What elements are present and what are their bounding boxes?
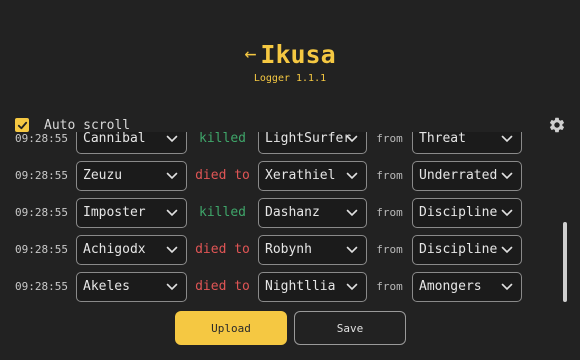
auto-scroll-checkbox[interactable] xyxy=(15,118,29,132)
target-select[interactable]: Xerathiel xyxy=(258,160,367,191)
guild-select[interactable]: Threat xyxy=(412,132,522,154)
guild-value: Discipline xyxy=(419,205,498,220)
version-label: Logger 1.1.1 xyxy=(253,73,327,84)
chevron-down-icon xyxy=(346,283,358,290)
chevron-down-icon xyxy=(166,283,178,290)
log-time: 09:28:55 xyxy=(15,132,68,145)
chevron-down-icon xyxy=(346,135,358,142)
target-select[interactable]: Dashanz xyxy=(258,197,367,228)
actor-select[interactable]: Imposter xyxy=(76,197,187,228)
log-row: 09:28:55 Cannibal killed LightSurfer from Thr… xyxy=(0,132,568,157)
actor-select[interactable]: Akeles xyxy=(76,271,187,302)
guild-select[interactable]: Discipline xyxy=(412,234,522,265)
action-label: killed xyxy=(199,132,246,146)
guild-value: Underrated xyxy=(419,168,498,183)
log-row: 09:28:55 Akeles died to Nightllia from Amonge… xyxy=(0,268,568,302)
check-icon xyxy=(17,121,27,129)
guild-select[interactable]: Amongers xyxy=(412,271,522,302)
scrollbar-thumb[interactable] xyxy=(563,222,567,302)
chevron-down-icon xyxy=(501,283,513,290)
actor-value: Imposter xyxy=(83,205,146,220)
chevron-down-icon xyxy=(501,172,513,179)
chevron-down-icon xyxy=(501,135,513,142)
upload-button[interactable]: Upload xyxy=(175,311,287,345)
actor-select[interactable]: Cannibal xyxy=(76,132,187,154)
chevron-down-icon xyxy=(166,209,178,216)
chevron-down-icon xyxy=(166,172,178,179)
save-button[interactable]: Save xyxy=(294,311,406,345)
action-label: died to xyxy=(195,168,250,183)
target-value: Xerathiel xyxy=(265,168,336,183)
guild-select[interactable]: Discipline xyxy=(412,197,522,228)
chevron-down-icon xyxy=(166,246,178,253)
chevron-down-icon xyxy=(501,209,513,216)
log-rows: 09:28:55 Cannibal killed LightSurfer from Thr… xyxy=(0,132,568,302)
action-label: killed xyxy=(199,205,246,220)
log-time: 09:28:55 xyxy=(15,206,68,219)
actor-value: Zeuzu xyxy=(83,168,123,183)
actor-select[interactable]: Zeuzu xyxy=(76,160,187,191)
chevron-down-icon xyxy=(346,209,358,216)
auto-scroll-label: Auto scroll xyxy=(44,117,131,133)
log-row: 09:28:55 Zeuzu died to Xerathiel from Underra… xyxy=(0,157,568,194)
target-select[interactable]: LightSurfer xyxy=(258,132,367,154)
guild-value: Discipline xyxy=(419,242,498,257)
target-value: Dashanz xyxy=(265,205,320,220)
log-row: 09:28:55 Achigodx died to Robynh from Discipl… xyxy=(0,231,568,268)
chevron-down-icon xyxy=(346,172,358,179)
target-select[interactable]: Robynh xyxy=(258,234,367,265)
from-label: from xyxy=(376,169,403,182)
actor-value: Cannibal xyxy=(83,132,146,146)
chevron-down-icon xyxy=(346,246,358,253)
chevron-down-icon xyxy=(166,135,178,142)
title-row: ← Ikusa xyxy=(0,40,580,69)
guild-value: Threat xyxy=(419,132,466,146)
guild-select[interactable]: Underrated xyxy=(412,160,522,191)
from-label: from xyxy=(376,132,403,145)
guild-value: Amongers xyxy=(419,279,482,294)
log-row: 09:28:55 Imposter killed Dashanz from Discipl… xyxy=(0,194,568,231)
target-select[interactable]: Nightllia xyxy=(258,271,367,302)
target-value: Robynh xyxy=(265,242,312,257)
actor-value: Achigodx xyxy=(83,242,146,257)
target-value: LightSurfer xyxy=(265,132,352,146)
from-label: from xyxy=(376,280,403,293)
log-time: 09:28:55 xyxy=(15,243,68,256)
action-label: died to xyxy=(195,279,250,294)
log-time: 09:28:55 xyxy=(15,169,68,182)
from-label: from xyxy=(376,206,403,219)
back-arrow-icon[interactable]: ← xyxy=(244,43,256,63)
action-label: died to xyxy=(195,242,250,257)
header: ← Ikusa Logger 1.1.1 xyxy=(0,40,580,84)
chevron-down-icon xyxy=(501,246,513,253)
actor-value: Akeles xyxy=(83,279,130,294)
app-title: Ikusa xyxy=(260,40,336,69)
from-label: from xyxy=(376,243,403,256)
log-time: 09:28:55 xyxy=(15,280,68,293)
target-value: Nightllia xyxy=(265,279,336,294)
actor-select[interactable]: Achigodx xyxy=(76,234,187,265)
log-list[interactable]: 09:28:55 Cannibal killed LightSurfer from Thr… xyxy=(0,132,568,302)
